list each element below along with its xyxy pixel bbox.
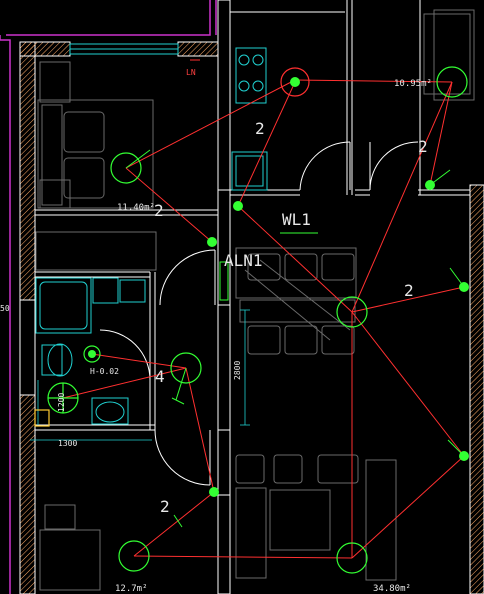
circuit-label-4: 4	[155, 367, 165, 386]
room-area-bottom-left: 12.7m²	[115, 584, 148, 594]
cad-drawing-canvas: 10.95m² 11.40m² 12.7m² 34.80m² WL1 ALN1 …	[0, 0, 484, 594]
junction-box	[34, 409, 50, 427]
aln1-label: ALN1	[224, 251, 263, 270]
wl1-label: WL1	[282, 210, 311, 229]
level-mark: H-0.02	[90, 367, 119, 376]
circuit-label-2a: 2	[255, 119, 265, 138]
circuit-label-2e: 2	[160, 497, 170, 516]
dimension-2800: 2800	[233, 361, 242, 380]
dimension-1200: 1200	[57, 393, 66, 412]
switch-ticks	[125, 149, 465, 528]
furniture	[35, 13, 471, 591]
circuit-label-2b: 2	[154, 201, 164, 220]
ln-tag: LN	[186, 68, 196, 77]
circuit-label-2c: 2	[418, 137, 428, 156]
circuit-label-2d: 2	[404, 281, 414, 300]
room-area-bedroom: 11.40m²	[117, 203, 155, 213]
room-area-bottom-right: 34.80m²	[373, 584, 411, 594]
interior-walls	[35, 0, 470, 431]
dimension-50: 50	[0, 304, 10, 313]
floor-plan-svg: 10.95m² 11.40m² 12.7m² 34.80m² WL1 ALN1 …	[0, 0, 484, 594]
room-area-top-right: 10.95m²	[394, 79, 432, 89]
dimension-1300: 1300	[58, 439, 77, 448]
exterior-walls	[19, 0, 484, 594]
light-fixtures	[47, 66, 468, 574]
